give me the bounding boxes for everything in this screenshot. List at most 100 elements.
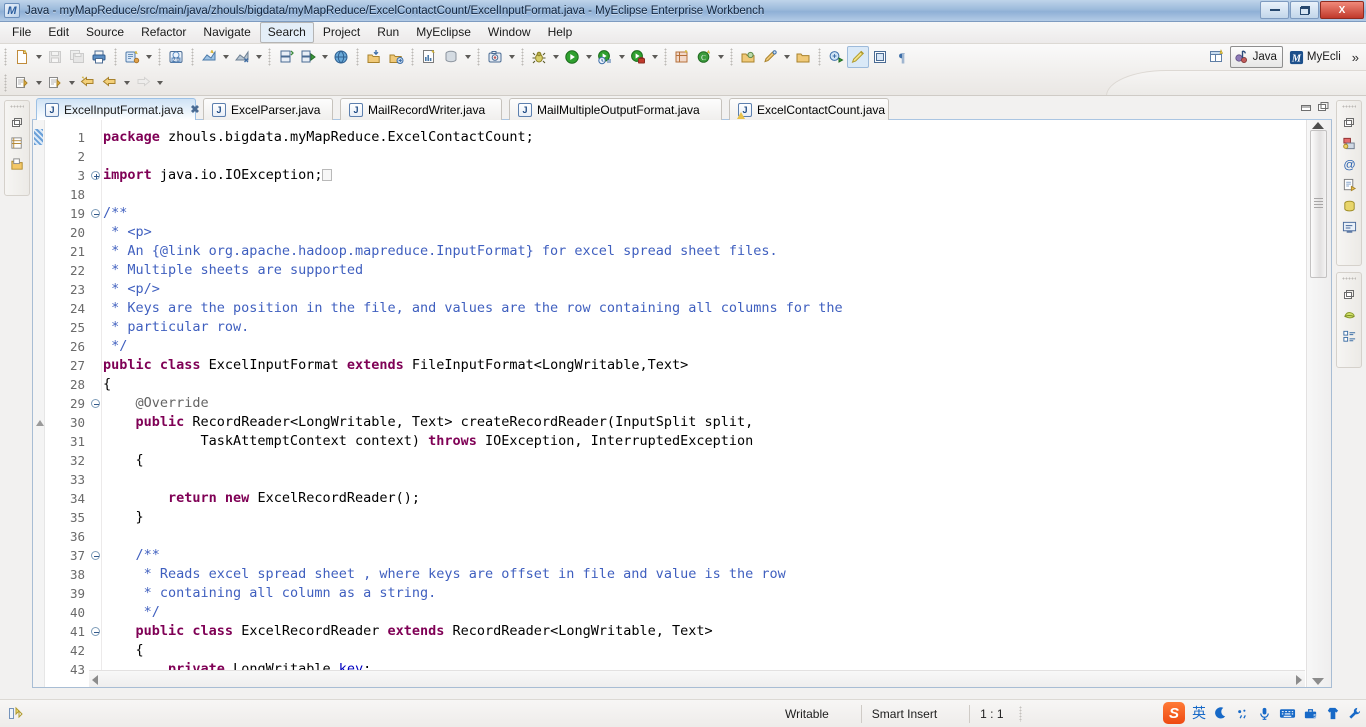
perspective-java[interactable]: Java — [1229, 46, 1283, 68]
toggle-mark-occurrences-button[interactable] — [847, 46, 869, 68]
next-edit-dropdown[interactable] — [66, 72, 77, 94]
new-wizard-button[interactable] — [11, 46, 33, 68]
debug-button[interactable] — [528, 46, 550, 68]
export-button[interactable] — [385, 46, 407, 68]
fold-toggle-37[interactable] — [90, 546, 101, 565]
minimize-editor-icon[interactable] — [1299, 100, 1313, 114]
menu-help[interactable]: Help — [540, 22, 581, 43]
restore-view-icon[interactable] — [1339, 284, 1359, 305]
menu-myeclipse[interactable]: MyEclipse — [408, 22, 479, 43]
toolbar-grip[interactable] — [477, 48, 480, 66]
microphone-icon[interactable] — [1257, 706, 1272, 721]
save-button[interactable] — [44, 46, 66, 68]
previous-edit-button[interactable] — [11, 72, 33, 94]
vertical-scrollbar[interactable] — [1306, 120, 1331, 687]
maximize-editor-icon[interactable] — [1316, 100, 1330, 114]
vertical-scrollbar-thumb[interactable] — [1310, 130, 1327, 278]
toolbar-grip[interactable] — [356, 48, 359, 66]
editor-tab-1[interactable]: J ExcelParser.java — [203, 98, 333, 120]
scroll-down-arrow-icon[interactable] — [1312, 678, 1324, 685]
forward-button[interactable] — [132, 72, 154, 94]
sogou-logo-icon[interactable]: S — [1163, 702, 1185, 724]
import-button[interactable] — [363, 46, 385, 68]
toolbar-grip[interactable] — [730, 48, 733, 66]
back-button[interactable] — [77, 72, 99, 94]
database-dropdown[interactable] — [462, 46, 473, 68]
undeploy-dropdown[interactable] — [253, 46, 264, 68]
outline-icon[interactable] — [1339, 305, 1359, 326]
menu-refactor[interactable]: Refactor — [133, 22, 194, 43]
new-server-button[interactable] — [275, 46, 297, 68]
status-resize-grip[interactable] — [1018, 705, 1022, 722]
skin-icon[interactable] — [1325, 706, 1340, 721]
back-dropdown[interactable] — [121, 72, 132, 94]
close-icon[interactable]: ✖ — [190, 103, 199, 116]
forward-dropdown[interactable] — [154, 72, 165, 94]
snippets-icon[interactable] — [1339, 175, 1359, 196]
db-browser-icon[interactable] — [1339, 196, 1359, 217]
new-java-project-button[interactable] — [121, 46, 143, 68]
browser-button[interactable] — [330, 46, 352, 68]
wrench-icon[interactable] — [1347, 706, 1362, 721]
next-annotation-button[interactable] — [825, 46, 847, 68]
new-wizard-dropdown[interactable] — [33, 46, 44, 68]
run-server-button[interactable] — [297, 46, 319, 68]
editor-tab-2[interactable]: J MailRecordWriter.java — [340, 98, 502, 120]
toolbar-grip[interactable] — [114, 48, 117, 66]
toolbar-grip[interactable] — [4, 74, 7, 92]
snapshot-button[interactable] — [484, 46, 506, 68]
keyboard-icon[interactable] — [1279, 706, 1296, 720]
toolbar-grip[interactable] — [818, 48, 821, 66]
search-button[interactable] — [759, 46, 781, 68]
open-perspective-icon[interactable] — [1206, 46, 1228, 68]
menu-source[interactable]: Source — [78, 22, 132, 43]
run-history-button[interactable] — [594, 46, 616, 68]
scroll-right-arrow-icon[interactable] — [1296, 675, 1302, 685]
toolbar-grip[interactable] — [521, 48, 524, 66]
new-class-button[interactable]: C — [693, 46, 715, 68]
new-package-button[interactable] — [671, 46, 693, 68]
previous-edit-dropdown[interactable] — [33, 72, 44, 94]
web20-button[interactable]: 2.0 — [165, 46, 187, 68]
editor-tab-4[interactable]: J ExcelContactCount.java — [729, 98, 889, 120]
scroll-left-arrow-icon[interactable] — [92, 675, 98, 685]
minimize-button[interactable] — [1260, 1, 1289, 19]
toolbar-grip[interactable] — [4, 48, 7, 66]
perspective-myeclipse[interactable]: M MyEcli — [1285, 47, 1347, 68]
scroll-up-arrow-icon[interactable] — [1312, 122, 1324, 129]
undeploy-button[interactable] — [231, 46, 253, 68]
run-server-dropdown[interactable] — [319, 46, 330, 68]
back-history-button[interactable] — [99, 72, 121, 94]
menu-search[interactable]: Search — [259, 22, 314, 43]
restore-view-icon[interactable] — [7, 112, 27, 133]
open-type-button[interactable] — [737, 46, 759, 68]
annotation-ruler[interactable] — [33, 120, 45, 687]
source-code-text[interactable]: package zhouls.bigdata.myMapReduce.Excel… — [103, 120, 1305, 687]
toggle-block-selection-button[interactable] — [869, 46, 891, 68]
debug-dropdown[interactable] — [550, 46, 561, 68]
menu-window[interactable]: Window — [480, 22, 539, 43]
toolbar-grip[interactable] — [268, 48, 271, 66]
new-java-project-dropdown[interactable] — [143, 46, 154, 68]
perspective-overflow-chevron[interactable]: » — [1349, 50, 1362, 65]
restore-view-icon[interactable] — [1339, 112, 1359, 133]
code-editor-pane[interactable]: 1 2 3 18 19 20 21 22 23 24 25 26 27 28 29 30 31 32 33 34 35 3… — [32, 120, 1332, 688]
horizontal-scrollbar[interactable] — [89, 670, 1305, 687]
task-list-icon[interactable] — [1339, 326, 1359, 347]
folding-ruler[interactable] — [89, 120, 102, 687]
next-edit-button[interactable] — [44, 72, 66, 94]
menu-edit[interactable]: Edit — [40, 22, 77, 43]
moon-icon[interactable] — [1213, 706, 1228, 721]
run-history-dropdown[interactable] — [616, 46, 627, 68]
fold-toggle-29[interactable] — [90, 394, 101, 413]
at-icon[interactable]: @ — [1339, 154, 1359, 175]
weather-icon[interactable] — [1235, 706, 1250, 721]
run-button[interactable] — [561, 46, 583, 68]
snapshot-dropdown[interactable] — [506, 46, 517, 68]
run-dropdown[interactable] — [583, 46, 594, 68]
fold-toggle-3[interactable] — [90, 166, 101, 185]
fold-toggle-41[interactable] — [90, 622, 101, 641]
close-button[interactable]: X — [1320, 1, 1364, 19]
external-tools-dropdown[interactable] — [649, 46, 660, 68]
editor-tab-0[interactable]: J ExcelInputFormat.java ✖ — [36, 98, 200, 120]
